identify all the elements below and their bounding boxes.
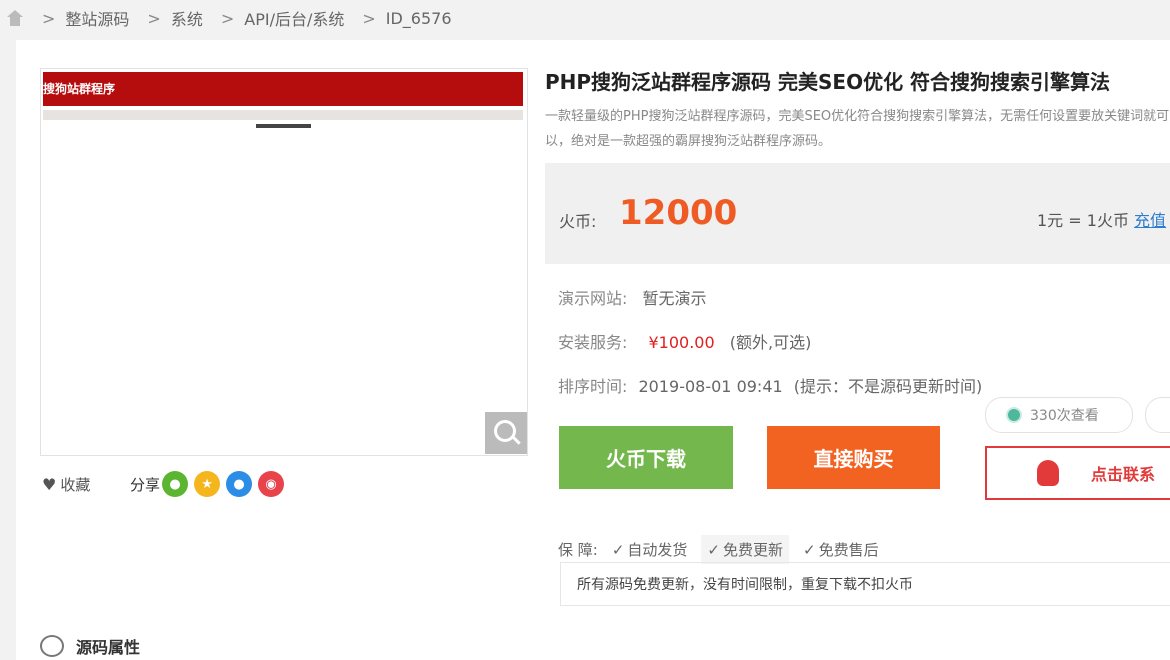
- demo-value: 暂无演示: [642, 289, 707, 308]
- product-description: 一款轻量级的PHP搜狗泛站群程序源码，完美SEO优化符合搜狗搜索引擎算法，无需任…: [545, 109, 1170, 149]
- favorite-button[interactable]: ♥ 收藏: [42, 474, 90, 495]
- guarantee-free-update[interactable]: ✓ 免费更新: [701, 535, 790, 564]
- home-icon[interactable]: [6, 10, 24, 26]
- secondary-pill[interactable]: [1145, 397, 1170, 433]
- section-title: 源码属性: [76, 638, 141, 657]
- sort-value: 2019-08-01 09:41: [638, 377, 783, 396]
- breadcrumb-item-id: ID_6576: [385, 8, 452, 28]
- sort-time-row: 排序时间: 2019-08-01 09:41 (提示：不是源码更新时间): [558, 373, 982, 397]
- share-bar: 分享 ● ★ ● ◉: [130, 471, 285, 497]
- breadcrumb-item-api[interactable]: API/后台/系统: [244, 6, 344, 30]
- install-service-row: 安装服务: ¥100.00 (额外,可选): [558, 329, 811, 353]
- price-value: 12000: [619, 193, 738, 233]
- breadcrumb-separator: >: [42, 8, 56, 28]
- magnifier-icon[interactable]: [485, 412, 527, 454]
- sort-label: 排序时间:: [558, 377, 628, 396]
- views-text: 330次查看: [1030, 408, 1099, 424]
- preview-divider: [43, 110, 523, 120]
- preview-header: 搜狗站群程序: [43, 72, 523, 106]
- share-label: 分享: [130, 475, 161, 494]
- contact-button[interactable]: 点击联系: [985, 446, 1170, 500]
- contact-label: 点击联系: [1091, 465, 1156, 484]
- qzone-icon[interactable]: ★: [194, 471, 221, 497]
- install-price: ¥100.00: [648, 333, 715, 352]
- download-button[interactable]: 火币下载: [559, 426, 733, 489]
- buy-button[interactable]: 直接购买: [767, 426, 940, 489]
- breadcrumb-separator: >: [147, 8, 161, 28]
- guarantee-text: 免费更新: [723, 541, 784, 559]
- heart-icon: ♥: [42, 475, 57, 494]
- demo-label: 演示网站:: [558, 289, 628, 308]
- breadcrumb-item-source[interactable]: 整站源码: [65, 6, 129, 30]
- demo-site-row: 演示网站: 暂无演示: [558, 285, 707, 309]
- install-label: 安装服务:: [558, 333, 628, 352]
- views-counter: 330次查看: [985, 397, 1133, 433]
- breadcrumb-item-system[interactable]: 系统: [171, 6, 203, 30]
- price-label: 火币:: [559, 212, 597, 231]
- guarantee-label: 保 障:: [558, 541, 598, 559]
- guarantee-row: 保 障: ✓ 自动发货 ✓ 免费更新 ✓ 免费售后: [558, 535, 879, 564]
- exchange-rate: 1元 = 1火币 充值: [1037, 207, 1166, 231]
- guarantee-after-sales: ✓ 免费售后: [803, 539, 879, 560]
- recharge-link[interactable]: 充值: [1134, 211, 1166, 230]
- guarantee-text: 免费售后: [818, 541, 879, 559]
- install-note: (额外,可选): [729, 333, 812, 352]
- preview-text-line: [256, 124, 311, 128]
- price-box: 火币: 12000 1元 = 1火币 充值: [545, 163, 1170, 264]
- sort-note: (提示：不是源码更新时间): [793, 377, 983, 396]
- gear-icon: [40, 635, 64, 657]
- source-attributes-heading: 源码属性: [40, 634, 140, 658]
- exchange-rate-text: 1元 = 1火币: [1037, 211, 1129, 230]
- favorite-label: 收藏: [60, 476, 91, 494]
- eye-icon: [1006, 407, 1022, 423]
- weibo-icon[interactable]: ◉: [258, 471, 285, 497]
- magnifier-handle: [512, 436, 521, 445]
- check-icon: ✓: [611, 540, 625, 559]
- qq-icon: [1037, 460, 1059, 486]
- qq-icon[interactable]: ●: [226, 471, 253, 497]
- breadcrumb-separator: >: [362, 8, 376, 28]
- guarantee-auto-delivery: ✓ 自动发货: [612, 539, 688, 560]
- product-title: PHP搜狗泛站群程序源码 完美SEO优化 符合搜狗搜索引擎算法: [545, 70, 1111, 94]
- wechat-icon[interactable]: ●: [162, 471, 189, 497]
- check-icon: ✓: [707, 540, 720, 559]
- product-preview-image[interactable]: 搜狗站群程序: [40, 68, 528, 456]
- guarantee-note: 所有源码免费更新，没有时间限制，重复下载不扣火币: [560, 562, 1170, 606]
- guarantee-text: 自动发货: [627, 541, 688, 559]
- breadcrumb-separator: >: [220, 8, 235, 28]
- breadcrumb: > 整站源码 > 系统 > API/后台/系统 > ID_6576: [0, 0, 1170, 36]
- check-icon: ✓: [803, 540, 816, 559]
